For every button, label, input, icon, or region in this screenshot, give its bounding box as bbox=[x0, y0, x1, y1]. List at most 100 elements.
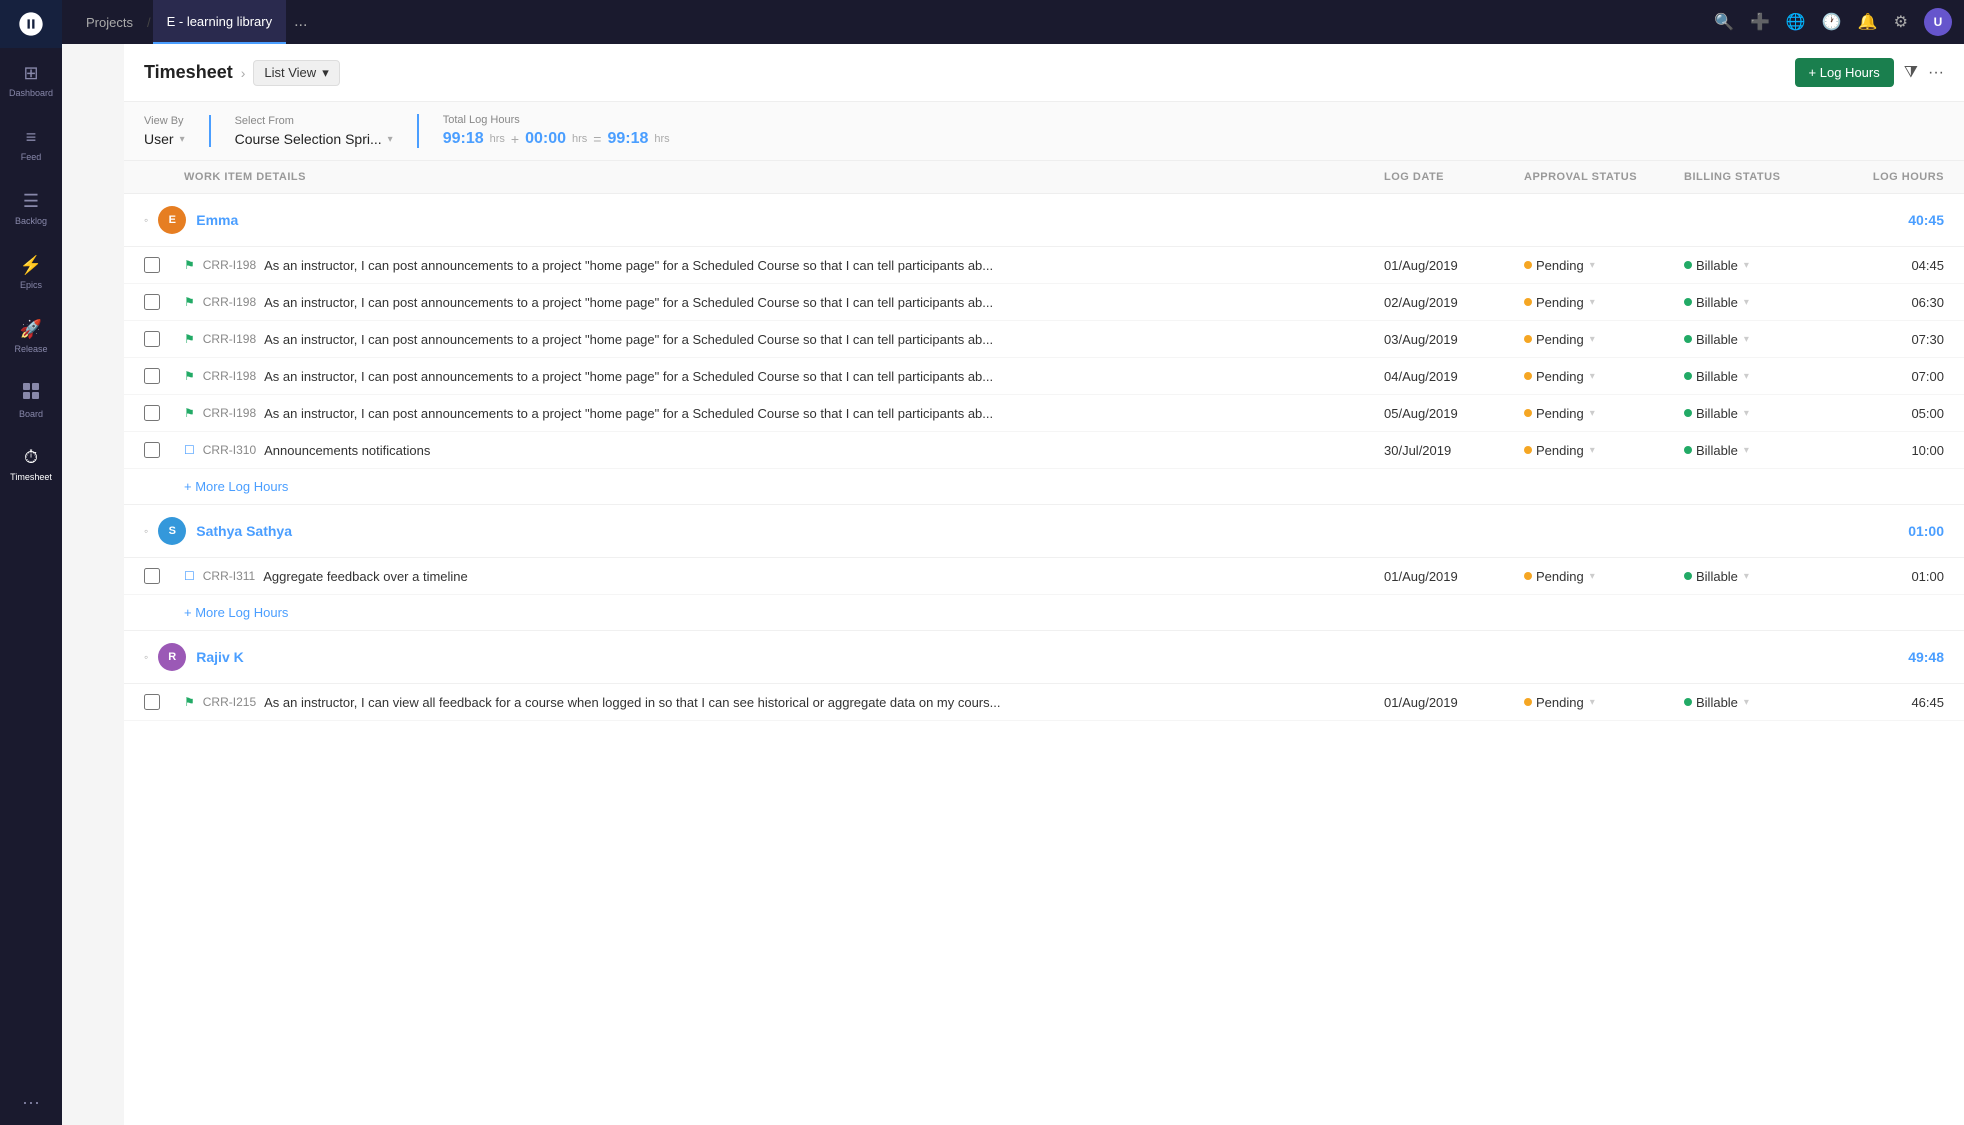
more-log-hours-sathya[interactable]: + More Log Hours bbox=[124, 595, 1964, 631]
view-by-value: User bbox=[144, 131, 174, 147]
sidebar-item-epics[interactable]: ⚡ Epics bbox=[0, 240, 62, 304]
approval-status[interactable]: Pending ▾ bbox=[1524, 406, 1684, 421]
log-date: 01/Aug/2019 bbox=[1384, 258, 1524, 273]
billing-status[interactable]: Billable ▾ bbox=[1684, 569, 1844, 584]
approval-status[interactable]: Pending ▾ bbox=[1524, 443, 1684, 458]
col-billing: BILLING STATUS bbox=[1684, 171, 1844, 183]
sidebar-item-board[interactable]: Board bbox=[0, 368, 62, 432]
settings-icon[interactable]: ⚙ bbox=[1894, 12, 1908, 32]
sidebar-item-release[interactable]: 🚀 Release bbox=[0, 304, 62, 368]
breadcrumb-arrow: › bbox=[241, 65, 246, 81]
plus-sign: + bbox=[511, 131, 519, 147]
sidebar-item-label: Backlog bbox=[15, 216, 47, 226]
story-icon: ⚑ bbox=[184, 332, 195, 346]
topnav-more-icon[interactable]: ... bbox=[294, 13, 307, 31]
approval-status[interactable]: Pending ▾ bbox=[1524, 258, 1684, 273]
log-date: 01/Aug/2019 bbox=[1384, 695, 1524, 710]
row-checkbox[interactable] bbox=[144, 694, 160, 710]
bell-icon[interactable]: 🔔 bbox=[1858, 12, 1878, 32]
view-toggle-button[interactable]: List View ▾ bbox=[253, 60, 339, 86]
chevron-down-icon: ▾ bbox=[1744, 571, 1749, 582]
item-text: As an instructor, I can post announcemen… bbox=[264, 258, 993, 273]
sidebar-item-label: Release bbox=[14, 344, 47, 354]
unit-b: hrs bbox=[572, 133, 587, 145]
log-date: 02/Aug/2019 bbox=[1384, 295, 1524, 310]
chevron-down-icon: ▾ bbox=[1590, 334, 1595, 345]
approval-status[interactable]: Pending ▾ bbox=[1524, 369, 1684, 384]
sidebar-item-backlog[interactable]: ☰ Backlog bbox=[0, 176, 62, 240]
approval-status[interactable]: Pending ▾ bbox=[1524, 295, 1684, 310]
row-checkbox[interactable] bbox=[144, 568, 160, 584]
row-checkbox[interactable] bbox=[144, 368, 160, 384]
table-row: ⚑ CRR-I198 As an instructor, I can post … bbox=[124, 284, 1964, 321]
filter-icon[interactable]: ⧩ bbox=[1904, 64, 1918, 82]
row-checkbox[interactable] bbox=[144, 294, 160, 310]
billing-status[interactable]: Billable ▾ bbox=[1684, 443, 1844, 458]
group-toggle-icon[interactable]: ◦ bbox=[144, 213, 148, 227]
table-row: ⚑ CRR-I198 As an instructor, I can post … bbox=[124, 321, 1964, 358]
item-id: CRR-I311 bbox=[203, 569, 255, 583]
sidebar-item-label: Timesheet bbox=[10, 472, 52, 482]
sidebar-item-label: Epics bbox=[20, 280, 42, 290]
pending-dot bbox=[1524, 372, 1532, 380]
approval-value: Pending bbox=[1536, 569, 1584, 584]
log-hours-value: 07:30 bbox=[1844, 332, 1944, 347]
group-toggle-icon[interactable]: ◦ bbox=[144, 650, 148, 664]
group-name[interactable]: Rajiv K bbox=[196, 649, 243, 665]
approval-status[interactable]: Pending ▾ bbox=[1524, 569, 1684, 584]
release-icon: 🚀 bbox=[20, 319, 42, 340]
main-content: Timesheet › List View ▾ + Log Hours ⧩ ··… bbox=[124, 44, 1964, 1125]
row-checkbox[interactable] bbox=[144, 257, 160, 273]
user-avatar[interactable]: U bbox=[1924, 8, 1952, 36]
approval-status[interactable]: Pending ▾ bbox=[1524, 695, 1684, 710]
view-by-dropdown[interactable]: User ▾ bbox=[144, 131, 185, 147]
select-from-dropdown[interactable]: Course Selection Spri... ▾ bbox=[235, 131, 393, 147]
chevron-down-icon: ▾ bbox=[1590, 371, 1595, 382]
timesheet-icon: ⏱ bbox=[24, 447, 38, 468]
billing-status[interactable]: Billable ▾ bbox=[1684, 695, 1844, 710]
row-checkbox[interactable] bbox=[144, 442, 160, 458]
projects-link[interactable]: Projects bbox=[74, 15, 145, 30]
hours-total: 99:18 bbox=[607, 130, 648, 148]
table-row: ☐ CRR-I311 Aggregate feedback over a tim… bbox=[124, 558, 1964, 595]
item-text: As an instructor, I can view all feedbac… bbox=[264, 695, 1000, 710]
log-date: 05/Aug/2019 bbox=[1384, 406, 1524, 421]
sidebar-more-dots[interactable]: ··· bbox=[22, 1092, 40, 1113]
more-options-icon[interactable]: ··· bbox=[1928, 64, 1944, 82]
billing-status[interactable]: Billable ▾ bbox=[1684, 295, 1844, 310]
search-icon[interactable]: 🔍 bbox=[1714, 12, 1734, 32]
billing-status[interactable]: Billable ▾ bbox=[1684, 406, 1844, 421]
row-checkbox[interactable] bbox=[144, 405, 160, 421]
sidebar-item-dashboard[interactable]: ⊞ Dashboard bbox=[0, 48, 62, 112]
work-item-cell: ☐ CRR-I311 Aggregate feedback over a tim… bbox=[184, 569, 1384, 584]
approval-status[interactable]: Pending ▾ bbox=[1524, 332, 1684, 347]
group-name[interactable]: Emma bbox=[196, 212, 238, 228]
item-text: As an instructor, I can post announcemen… bbox=[264, 332, 993, 347]
sidebar-item-timesheet[interactable]: ⏱ Timesheet bbox=[0, 432, 62, 496]
log-hours-button[interactable]: + Log Hours bbox=[1795, 58, 1894, 87]
unit-total: hrs bbox=[654, 133, 669, 145]
add-icon[interactable]: ➕ bbox=[1750, 12, 1770, 32]
row-checkbox[interactable] bbox=[144, 331, 160, 347]
billing-status[interactable]: Billable ▾ bbox=[1684, 332, 1844, 347]
group-toggle-icon[interactable]: ◦ bbox=[144, 524, 148, 538]
item-id: CRR-I198 bbox=[203, 295, 256, 309]
clock-icon[interactable]: 🕐 bbox=[1822, 12, 1842, 32]
billable-dot bbox=[1684, 261, 1692, 269]
view-by-label: View By bbox=[144, 115, 185, 127]
globe-icon[interactable]: 🌐 bbox=[1786, 12, 1806, 32]
billing-status[interactable]: Billable ▾ bbox=[1684, 369, 1844, 384]
chevron-down-icon: ▾ bbox=[322, 65, 329, 81]
chevron-down-icon: ▾ bbox=[388, 134, 393, 145]
col-approval: APPROVAL STATUS bbox=[1524, 171, 1684, 183]
sidebar-item-feed[interactable]: ≡ Feed bbox=[0, 112, 62, 176]
more-log-hours-emma[interactable]: + More Log Hours bbox=[124, 469, 1964, 505]
pending-dot bbox=[1524, 572, 1532, 580]
view-toggle-label: List View bbox=[264, 65, 316, 80]
approval-value: Pending bbox=[1536, 369, 1584, 384]
col-hours: LOG HOURS bbox=[1844, 171, 1944, 183]
billing-status[interactable]: Billable ▾ bbox=[1684, 258, 1844, 273]
sidebar-logo[interactable] bbox=[0, 0, 62, 48]
group-name[interactable]: Sathya Sathya bbox=[196, 523, 292, 539]
active-tab[interactable]: E - learning library bbox=[153, 0, 287, 44]
